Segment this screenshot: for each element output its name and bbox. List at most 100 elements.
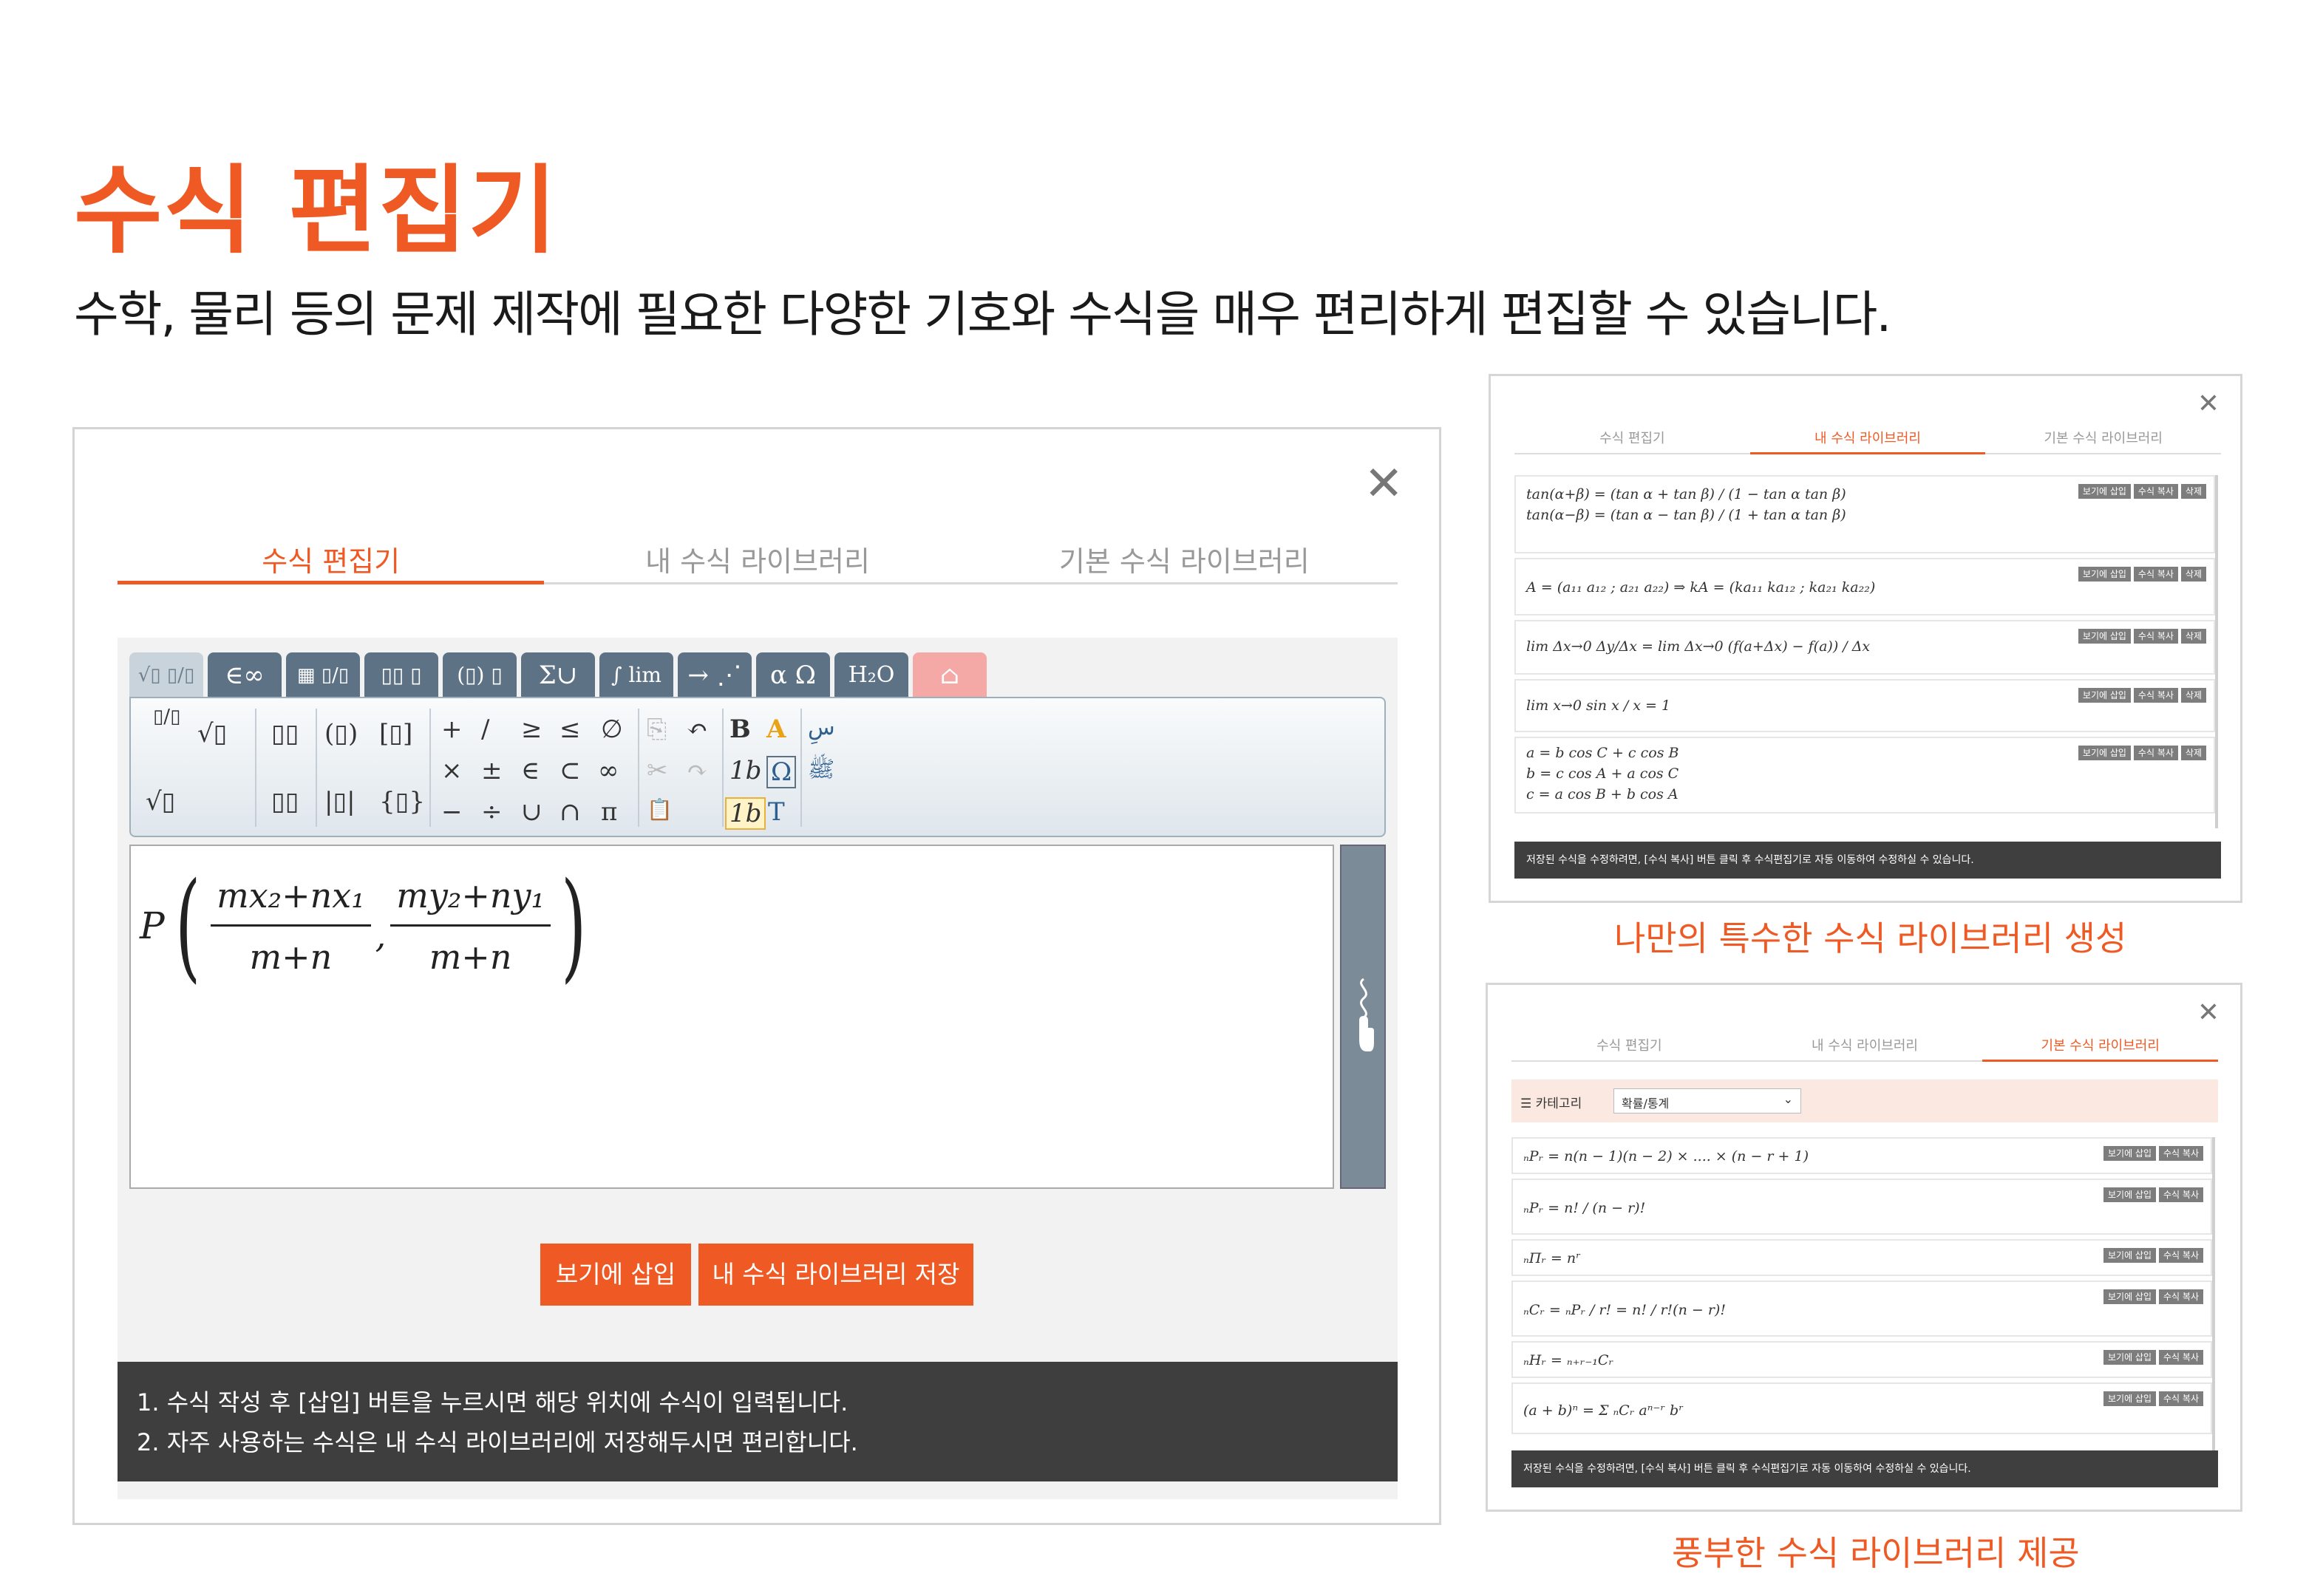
copy-button[interactable]: 수식 복사: [2159, 1391, 2203, 1406]
list-item[interactable]: (a + b)ⁿ = Σ ₙCᵣ aⁿ⁻ʳ bʳ 보기에 삽입 수식 복사: [1511, 1382, 2212, 1434]
insert-button[interactable]: 보기에 삽입: [2103, 1350, 2157, 1365]
plusminus-tool[interactable]: ±: [481, 756, 503, 785]
minus-tool[interactable]: −: [441, 797, 463, 827]
delete-button[interactable]: 삭제: [2180, 567, 2206, 582]
subset-tool[interactable]: ⊂: [560, 756, 581, 785]
abs-tool[interactable]: |▯|: [324, 787, 356, 816]
italic-font-icon[interactable]: 1b: [729, 756, 761, 785]
redo-icon[interactable]: ↷: [687, 756, 708, 785]
side-handle[interactable]: [1340, 845, 1386, 1189]
tab-my-library[interactable]: 내 수식 라이브러리: [1749, 420, 1986, 454]
cut-icon[interactable]: ✂: [647, 756, 668, 785]
bracket-tool[interactable]: [▯]: [379, 719, 412, 748]
tooltab-bracket[interactable]: (▯) ▯: [443, 652, 517, 698]
sqrt-tool[interactable]: √▯: [146, 787, 175, 816]
tooltab-matrix[interactable]: ▦ ▯/▯: [286, 652, 360, 698]
insert-button[interactable]: 보기에 삽입: [2078, 629, 2131, 644]
plus-tool[interactable]: +: [441, 715, 463, 744]
paste-icon[interactable]: 📋: [647, 797, 673, 822]
insert-button[interactable]: 보기에 삽입: [2078, 567, 2131, 582]
insert-button[interactable]: 보기에 삽입: [2103, 1391, 2157, 1406]
infinity-tool[interactable]: ∞: [598, 756, 619, 785]
list-item[interactable]: ₙPᵣ = n(n − 1)(n − 2) × .... × (n − r + …: [1511, 1137, 2212, 1174]
insert-button[interactable]: 보기에 삽입: [2103, 1289, 2157, 1304]
insert-button[interactable]: 보기에 삽입: [2103, 1248, 2157, 1263]
list-item[interactable]: ₙCᵣ = ₙPᵣ / r! = n! / r!(n − r)! 보기에 삽입 …: [1511, 1280, 2212, 1337]
empty-set-tool[interactable]: ∅: [601, 715, 623, 744]
list-item[interactable]: lim Δx→0 Δy/Δx = lim Δx→0 (f(a+Δx) − f(a…: [1514, 620, 2215, 675]
copy-button[interactable]: 수식 복사: [2159, 1187, 2203, 1202]
tab-basic-library[interactable]: 기본 수식 라이브러리: [1985, 420, 2221, 453]
tooltab-fraction-root[interactable]: √▯ ▯/▯: [129, 652, 203, 698]
element-of-tool[interactable]: ∈: [521, 756, 540, 785]
tooltab-chemistry[interactable]: H₂O: [834, 652, 908, 698]
copy-button[interactable]: 수식 복사: [2133, 746, 2178, 760]
nth-root-tool[interactable]: √▯: [197, 719, 227, 748]
slash-tool[interactable]: /: [481, 715, 489, 744]
list-item[interactable]: ₙΠᵣ = nʳ 보기에 삽입 수식 복사: [1511, 1239, 2212, 1276]
superscript-tool[interactable]: ▯▯: [271, 719, 299, 748]
tab-my-library[interactable]: 내 수식 라이브러리: [1747, 1028, 1983, 1060]
union-tool[interactable]: ∪: [521, 797, 543, 827]
copy-button[interactable]: 수식 복사: [2159, 1248, 2203, 1263]
copy-button[interactable]: 수식 복사: [2133, 567, 2178, 582]
list-item[interactable]: tan(α+β) = (tan α + tan β) / (1 − tan α …: [1514, 475, 2215, 553]
tooltab-symbols[interactable]: ∈∞: [208, 652, 282, 698]
tooltab-arabic[interactable]: ⌂: [913, 652, 987, 698]
list-item[interactable]: a = b cos C + c cos B b = c cos A + a co…: [1514, 737, 2215, 814]
tab-basic-library[interactable]: 기본 수식 라이브러리: [971, 533, 1398, 582]
insert-button[interactable]: 보기에 삽입: [2078, 746, 2131, 760]
list-item[interactable]: ₙPᵣ = n! / (n − r)! 보기에 삽입 수식 복사: [1511, 1179, 2212, 1235]
category-select[interactable]: 확률/통계 ⌄: [1613, 1088, 1801, 1114]
subscript-tool[interactable]: ▯▯: [271, 787, 299, 816]
list-item[interactable]: lim x→0 sin x / x = 1 보기에 삽입 수식 복사 삭제: [1514, 679, 2215, 732]
brace-tool[interactable]: {▯}: [379, 787, 425, 816]
arabic-ligature-icon[interactable]: ﷺ: [808, 756, 834, 788]
delete-button[interactable]: 삭제: [2180, 629, 2206, 644]
divide-tool[interactable]: ÷: [481, 797, 503, 827]
delete-button[interactable]: 삭제: [2180, 688, 2206, 703]
special-char-icon[interactable]: Ω: [766, 756, 797, 788]
delete-button[interactable]: 삭제: [2180, 746, 2206, 760]
undo-icon[interactable]: ↶: [687, 715, 708, 744]
insert-button[interactable]: 보기에 삽입: [540, 1244, 691, 1306]
pi-tool[interactable]: π: [601, 797, 617, 827]
tab-editor[interactable]: 수식 편집기: [118, 533, 545, 584]
formula-input[interactable]: P ( mx₂+nx₁ m+n , my₂+ny₁ m+n ): [129, 845, 1334, 1189]
close-icon[interactable]: ✕: [1364, 460, 1404, 508]
fraction-tool[interactable]: ▯/▯: [153, 706, 180, 728]
copy-button[interactable]: 수식 복사: [2159, 1289, 2203, 1304]
tooltab-sum-union[interactable]: Σ∪: [521, 652, 595, 698]
insert-button[interactable]: 보기에 삽입: [2078, 688, 2131, 703]
tooltab-script[interactable]: ▯▯ ▯: [364, 652, 438, 698]
text-mode-icon[interactable]: T: [768, 797, 785, 827]
close-icon[interactable]: ✕: [2197, 1000, 2220, 1026]
roman-font-icon[interactable]: 1b: [725, 797, 766, 830]
copy-button[interactable]: 수식 복사: [2159, 1146, 2203, 1161]
list-item[interactable]: ₙHᵣ = ₙ₊ᵣ₋₁Cᵣ 보기에 삽입 수식 복사: [1511, 1341, 2212, 1378]
font-color-icon[interactable]: A: [766, 715, 786, 744]
insert-button[interactable]: 보기에 삽입: [2103, 1146, 2157, 1161]
list-item[interactable]: A = (a₁₁ a₁₂ ; a₂₁ a₂₂) ⇒ kA = (ka₁₁ ka₁…: [1514, 558, 2215, 615]
leq-tool[interactable]: ≤: [560, 715, 581, 744]
paren-tool[interactable]: (▯): [324, 719, 358, 748]
insert-button[interactable]: 보기에 삽입: [2103, 1187, 2157, 1202]
tab-editor[interactable]: 수식 편집기: [1514, 420, 1750, 453]
insert-button[interactable]: 보기에 삽입: [2078, 484, 2131, 499]
copy-icon[interactable]: ⎘: [647, 715, 667, 744]
arabic-script-icon[interactable]: سِ: [808, 715, 835, 740]
tooltab-arrows[interactable]: → ⋰: [678, 652, 752, 698]
intersection-tool[interactable]: ∩: [560, 797, 581, 827]
times-tool[interactable]: ×: [441, 756, 463, 785]
delete-button[interactable]: 삭제: [2180, 484, 2206, 499]
tab-my-library[interactable]: 내 수식 라이브러리: [544, 533, 970, 582]
geq-tool[interactable]: ≥: [521, 715, 543, 744]
tooltab-integral-limit[interactable]: ∫ lim: [599, 652, 673, 698]
tooltab-greek[interactable]: α Ω: [756, 652, 830, 698]
copy-button[interactable]: 수식 복사: [2133, 629, 2178, 644]
tab-basic-library[interactable]: 기본 수식 라이브러리: [1982, 1028, 2219, 1062]
copy-button[interactable]: 수식 복사: [2133, 688, 2178, 703]
copy-button[interactable]: 수식 복사: [2133, 484, 2178, 499]
copy-button[interactable]: 수식 복사: [2159, 1350, 2203, 1365]
save-library-button[interactable]: 내 수식 라이브러리 저장: [698, 1244, 973, 1306]
